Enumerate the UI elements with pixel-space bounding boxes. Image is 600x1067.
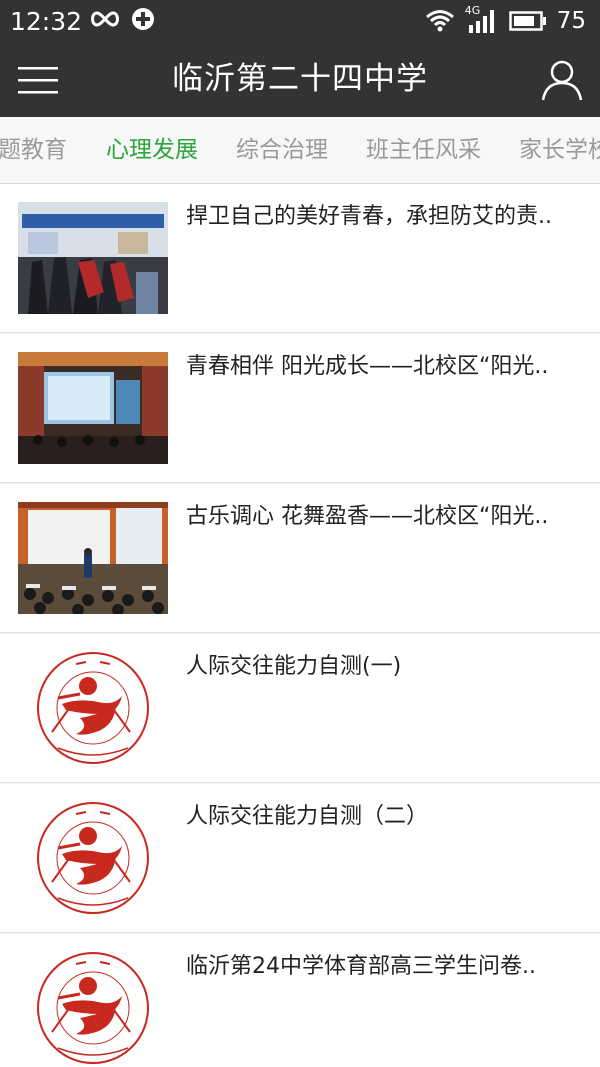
school-logo-icon [37, 652, 149, 764]
article-item[interactable]: 古乐调心 花舞盈香——北校区“阳光.. [0, 484, 600, 633]
tab-comprehensive-governance[interactable]: 综合治理 [236, 134, 328, 166]
article-list: 捍卫自己的美好青春，承担防艾的责.. 青春相伴 阳光成长——北校区“阳光.. 古… [0, 184, 600, 1067]
article-item[interactable]: 人际交往能力自测(一) [0, 634, 600, 783]
school-logo-icon [37, 952, 149, 1064]
category-tabs: 题教育 心理发展 综合治理 班主任风采 家长学校 [0, 117, 600, 184]
article-title: 青春相伴 阳光成长——北校区“阳光.. [186, 354, 549, 379]
article-title: 古乐调心 花舞盈香——北校区“阳光.. [186, 504, 549, 529]
article-item[interactable]: 捍卫自己的美好青春，承担防艾的责.. [0, 184, 600, 333]
app-header: 临沂第二十四中学 [0, 44, 600, 117]
user-icon [541, 60, 583, 101]
article-title: 人际交往能力自测（二） [186, 804, 429, 829]
tab-head-teacher-style[interactable]: 班主任风采 [366, 134, 481, 166]
article-item[interactable]: 临沂第24中学体育部高三学生问卷.. [0, 934, 600, 1067]
article-item[interactable]: 青春相伴 阳光成长——北校区“阳光.. [0, 334, 600, 483]
app-screen: 12:32 4G 75 临沂第二十四中学 题教育 心理发展 综合治理 班主任风采… [0, 0, 600, 1067]
tab-topic-education[interactable]: 题教育 [0, 134, 67, 166]
accessibility-icon [132, 8, 154, 30]
wifi-icon [425, 10, 454, 32]
article-thumbnail [18, 502, 168, 614]
tab-parent-school[interactable]: 家长学校 [519, 134, 600, 166]
article-thumbnail [18, 202, 168, 314]
status-bar: 12:32 4G 75 [0, 0, 600, 44]
infinity-icon [91, 11, 119, 27]
battery-level: 75 [556, 8, 586, 34]
status-right-icons: 4G 75 [425, 5, 586, 36]
user-profile-button[interactable] [540, 58, 584, 102]
signal-icon: 4G [465, 5, 499, 35]
page-title: 临沂第二十四中学 [172, 61, 428, 97]
tab-psychology-development[interactable]: 心理发展 [106, 134, 198, 166]
article-title: 临沂第24中学体育部高三学生问卷.. [186, 954, 536, 979]
article-thumbnail [18, 352, 168, 464]
status-time: 12:32 [10, 7, 83, 36]
article-title: 捍卫自己的美好青春，承担防艾的责.. [186, 204, 552, 229]
school-logo-icon [37, 802, 149, 914]
school-logo-thumbnail [18, 652, 168, 764]
battery-icon [508, 11, 546, 31]
article-item[interactable]: 人际交往能力自测（二） [0, 784, 600, 933]
status-left-icons [88, 6, 156, 32]
school-logo-thumbnail [18, 952, 168, 1064]
school-logo-thumbnail [18, 802, 168, 914]
article-title: 人际交往能力自测(一) [186, 654, 402, 679]
